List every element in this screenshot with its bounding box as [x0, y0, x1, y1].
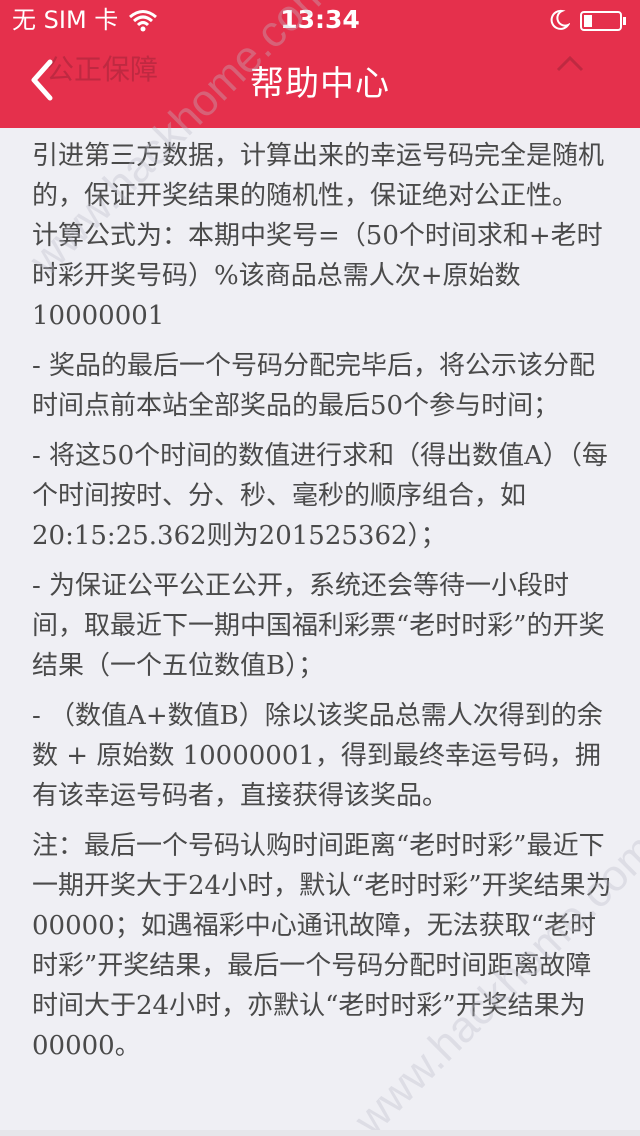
battery-icon — [580, 11, 626, 31]
paragraph: - （数值A+数值B）除以该奖品总需人次得到的余数 + 原始数 10000001… — [32, 701, 603, 811]
bottom-divider — [0, 1130, 640, 1136]
paragraph: - 为保证公平公正公开，系统还会等待一小段时间，取最近下一期中国福利彩票“老时时… — [32, 571, 605, 681]
help-content: 引进第三方数据，计算出来的幸运号码完全是随机的，保证开奖结果的随机性，保证绝对公… — [32, 136, 612, 1076]
moon-icon — [550, 9, 570, 30]
paragraph: - 将这50个时间的数值进行求和（得出数值A）（每个时间按时、分、秒、毫秒的顺序… — [32, 441, 608, 551]
header: 无 SIM 卡 13:34 公正保障 帮助中心 — [0, 0, 640, 128]
paragraph: - 奖品的最后一个号码分配完毕后，将公示该分配时间点前本站全部奖品的最后50个参… — [32, 351, 596, 421]
nav-bar: 公正保障 帮助中心 — [0, 40, 640, 128]
paragraph: 注：最后一个号码认购时间距离“老时时彩”最近下一期开奖大于24小时，默认“老时时… — [32, 831, 612, 1061]
paragraph: 引进第三方数据，计算出来的幸运号码完全是随机的，保证开奖结果的随机性，保证绝对公… — [32, 141, 605, 331]
help-center-screen: 无 SIM 卡 13:34 公正保障 帮助中心 引进第三方数据，计算出来的幸运号… — [0, 0, 640, 1136]
status-time: 13:34 — [280, 5, 360, 34]
status-bar: 无 SIM 卡 13:34 — [0, 0, 640, 40]
page-title: 帮助中心 — [250, 64, 390, 104]
